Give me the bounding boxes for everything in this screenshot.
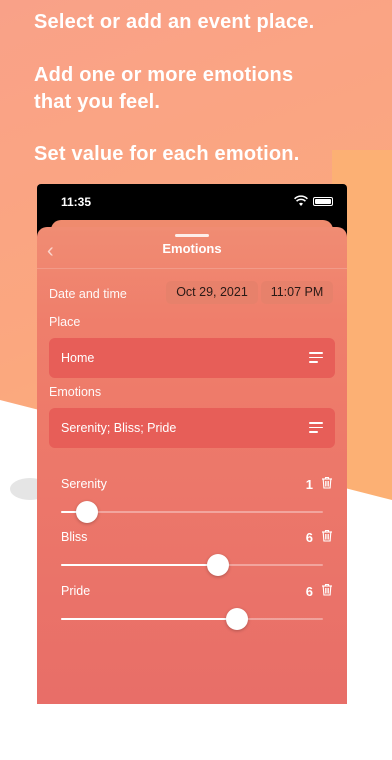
place-field[interactable]: Home xyxy=(49,338,335,378)
promo-line: Add one or more emotions that you feel. xyxy=(34,62,293,116)
slider-thumb[interactable] xyxy=(76,501,98,523)
promo-line: Select or add an event place. xyxy=(34,11,315,33)
slider-thumb[interactable] xyxy=(207,554,229,576)
date-time-label: Date and time xyxy=(49,287,127,301)
emotion-slider-bliss[interactable] xyxy=(61,554,323,576)
wifi-icon xyxy=(294,195,308,206)
trash-icon[interactable] xyxy=(321,529,333,542)
phone-frame: 11:35 ‹ Emotions Date and time Oct 29, 2… xyxy=(37,184,347,704)
promo-line-part: that you feel. xyxy=(34,91,161,113)
slider-fill xyxy=(61,618,237,620)
place-label: Place xyxy=(49,315,81,329)
emotion-name-bliss: Bliss xyxy=(61,530,88,544)
place-value: Home xyxy=(61,351,95,365)
time-picker[interactable]: 11:07 PM xyxy=(261,281,333,304)
slider-track xyxy=(61,511,323,513)
menu-icon xyxy=(309,422,323,433)
emotion-name-pride: Pride xyxy=(61,584,91,598)
date-picker[interactable]: Oct 29, 2021 xyxy=(166,281,258,304)
slider-thumb[interactable] xyxy=(226,608,248,630)
emotions-value: Serenity; Bliss; Pride xyxy=(61,421,177,435)
trash-icon[interactable] xyxy=(321,583,333,596)
status-icons xyxy=(294,195,333,207)
trash-icon[interactable] xyxy=(321,476,333,489)
menu-icon xyxy=(309,352,323,363)
emotions-sheet: ‹ Emotions Date and time Oct 29, 2021 11… xyxy=(37,227,347,704)
emotion-value-bliss: 6 xyxy=(305,530,313,545)
emotions-field[interactable]: Serenity; Bliss; Pride xyxy=(49,408,335,448)
emotion-value-serenity: 1 xyxy=(305,477,313,492)
slider-fill xyxy=(61,564,218,566)
battery-icon xyxy=(313,196,333,206)
nav-title: Emotions xyxy=(162,241,222,256)
emotion-name-serenity: Serenity xyxy=(61,477,107,491)
nav-divider xyxy=(37,268,347,269)
status-time: 11:35 xyxy=(61,195,92,209)
sheet-grabber[interactable] xyxy=(175,234,209,237)
emotion-value-pride: 6 xyxy=(305,584,313,599)
emotions-label: Emotions xyxy=(49,385,102,399)
emotion-slider-serenity[interactable] xyxy=(61,501,323,523)
emotion-slider-pride[interactable] xyxy=(61,608,323,630)
promo-line-part: Add one or more emotions xyxy=(34,64,294,86)
promo-line: Set value for each emotion. xyxy=(34,143,300,165)
